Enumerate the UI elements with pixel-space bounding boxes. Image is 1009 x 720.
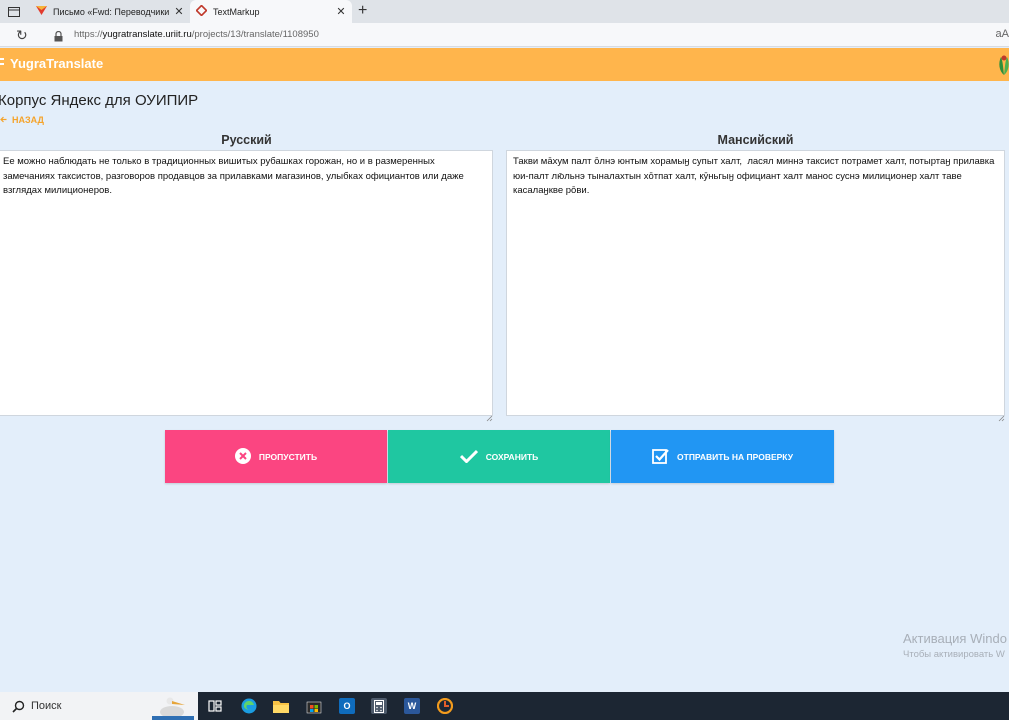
save-label: СОХРАНИТЬ	[485, 451, 539, 462]
arrow-left-icon	[0, 115, 7, 125]
lock-icon[interactable]	[54, 29, 63, 42]
word-icon[interactable]: W	[404, 698, 420, 714]
search-placeholder: Поиск	[31, 700, 62, 712]
windows-activation-watermark: Активация Windo Чтобы активировать W	[903, 631, 1007, 660]
url-path: /projects/13/translate/1108950	[191, 29, 319, 40]
tab-title: Письмо «Fwd: Переводчики и э...	[53, 6, 172, 17]
close-icon[interactable]: ✕	[172, 5, 186, 18]
cancel-circle-icon	[234, 447, 251, 466]
taskbar: Поиск O W	[0, 692, 1009, 720]
target-language-label: Мансийский	[717, 133, 794, 147]
url-prefix: https://	[74, 29, 103, 40]
skip-button[interactable]: ПРОПУСТИТЬ	[165, 430, 387, 483]
activation-title: Активация Windo	[903, 631, 1007, 646]
activation-subtitle: Чтобы активировать W	[903, 649, 1005, 660]
brand-title[interactable]: YugraTranslate	[10, 56, 103, 71]
edge-icon[interactable]	[241, 698, 257, 714]
browser-tab-textmarkup[interactable]: TextMarkup ✕	[190, 0, 352, 23]
save-button[interactable]: СОХРАНИТЬ	[388, 430, 610, 483]
outlook-icon[interactable]: O	[339, 698, 355, 714]
resize-handle-icon[interactable]	[998, 409, 1005, 422]
browser-tab-mail[interactable]: Письмо «Fwd: Переводчики и э... ✕	[30, 0, 190, 23]
calculator-icon[interactable]	[371, 698, 387, 714]
back-button[interactable]: НАЗАД	[0, 115, 44, 125]
task-view-icon[interactable]	[207, 698, 223, 714]
read-aloud-icon[interactable]: aA	[996, 28, 1009, 40]
tab-actions-icon[interactable]	[6, 4, 22, 19]
checkbox-checked-icon	[652, 448, 669, 466]
logo-icon	[997, 53, 1009, 77]
submit-review-button[interactable]: ОТПРАВИТЬ НА ПРОВЕРКУ	[611, 430, 834, 483]
textmarkup-icon	[195, 4, 208, 18]
file-explorer-icon[interactable]	[273, 698, 289, 714]
url-field[interactable]: https://yugratranslate.uriit.ru/projects…	[74, 29, 319, 40]
browser-tab-bar: Письмо «Fwd: Переводчики и э... ✕ TextMa…	[0, 0, 1009, 23]
new-tab-icon[interactable]: +	[358, 2, 367, 20]
target-text-area[interactable]: Такви мāхум палт ōлнэ юнтым хорамыӈ супы…	[506, 150, 1005, 416]
search-icon	[12, 700, 25, 713]
close-icon[interactable]: ✕	[334, 5, 348, 18]
skip-label: ПРОПУСТИТЬ	[258, 451, 318, 462]
menu-icon[interactable]	[0, 58, 4, 70]
resize-handle-icon[interactable]	[486, 409, 493, 422]
address-bar: ↻ https://yugratranslate.uriit.ru/projec…	[0, 23, 1009, 47]
back-label: НАЗАД	[12, 115, 44, 125]
store-icon[interactable]	[306, 698, 322, 714]
source-language-label: Русский	[221, 133, 272, 147]
tab-title: TextMarkup	[213, 6, 260, 17]
source-text-area[interactable]: Ее можно наблюдать не только в традицион…	[0, 150, 493, 416]
url-host: yugratranslate.uriit.ru	[102, 29, 192, 40]
page-title: Корпус Яндекс для ОУИПИР	[0, 92, 199, 109]
app-orange-icon[interactable]	[437, 698, 453, 714]
reload-icon[interactable]: ↻	[16, 27, 28, 44]
submit-review-label: ОТПРАВИТЬ НА ПРОВЕРКУ	[677, 451, 793, 462]
checkmark-icon	[459, 449, 478, 465]
pelican-illustration-icon	[152, 694, 194, 720]
app-header: YugraTranslate	[0, 48, 1009, 81]
mail-icon	[36, 6, 47, 17]
